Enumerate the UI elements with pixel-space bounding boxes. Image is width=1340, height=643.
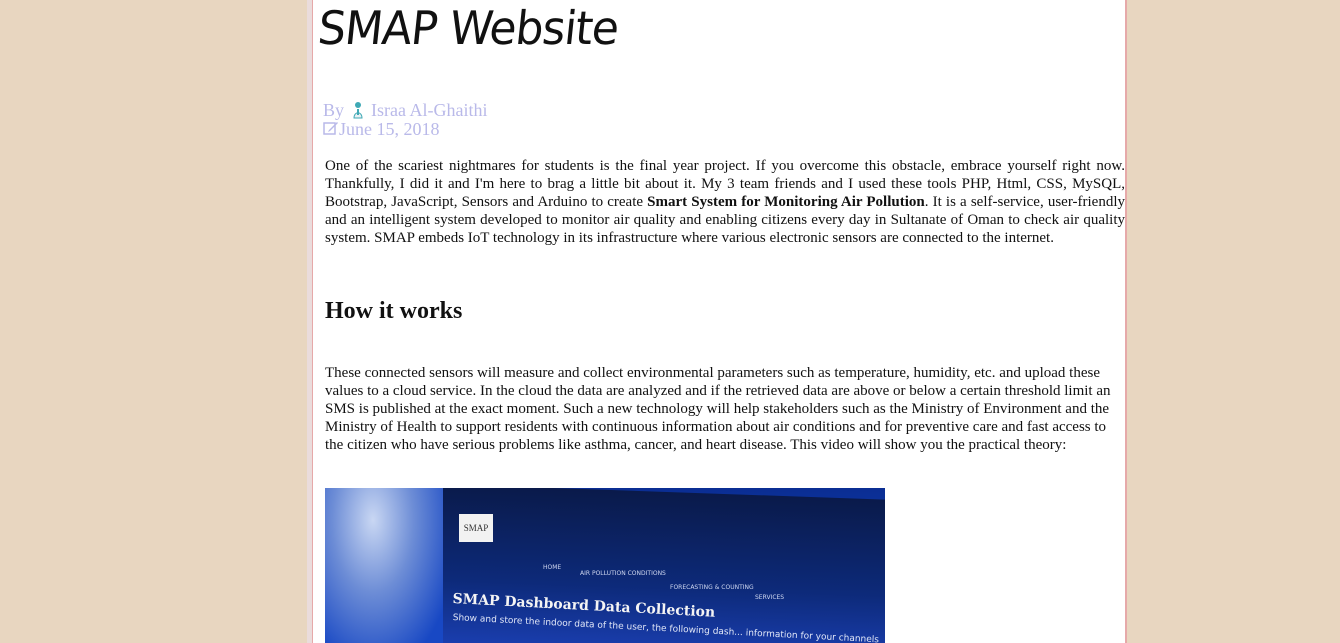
section-body: These connected sensors will measure and… xyxy=(325,365,1111,453)
video-nav-forecast: FORECASTING & COUNTING xyxy=(670,584,754,591)
section-paragraph: These connected sensors will measure and… xyxy=(325,364,1125,454)
video-logo: SMAP xyxy=(459,514,493,542)
intro-bold: Smart System for Monitoring Air Pollutio… xyxy=(647,194,925,210)
post-date: June 15, 2018 xyxy=(339,119,440,139)
article-page: SMAP Website By Israa Al-Ghaithi June 15… xyxy=(307,0,1127,643)
intro-paragraph: One of the scariest nightmares for stude… xyxy=(325,157,1125,247)
video-nav-home: HOME xyxy=(543,564,562,571)
author-name[interactable]: Israa Al-Ghaithi xyxy=(371,100,487,120)
video-embed[interactable]: SMAP HOME AIR POLLUTION CONDITIONS FOREC… xyxy=(325,488,885,643)
section-heading: How it works xyxy=(325,298,463,324)
page-title: SMAP Website xyxy=(315,2,621,56)
video-nav-air: AIR POLLUTION CONDITIONS xyxy=(580,570,666,577)
edit-icon xyxy=(323,120,339,139)
video-sky xyxy=(325,488,445,643)
video-nav-services: SERVICES xyxy=(755,594,785,601)
by-label: By xyxy=(323,100,345,120)
date-line: June 15, 2018 xyxy=(323,120,440,139)
